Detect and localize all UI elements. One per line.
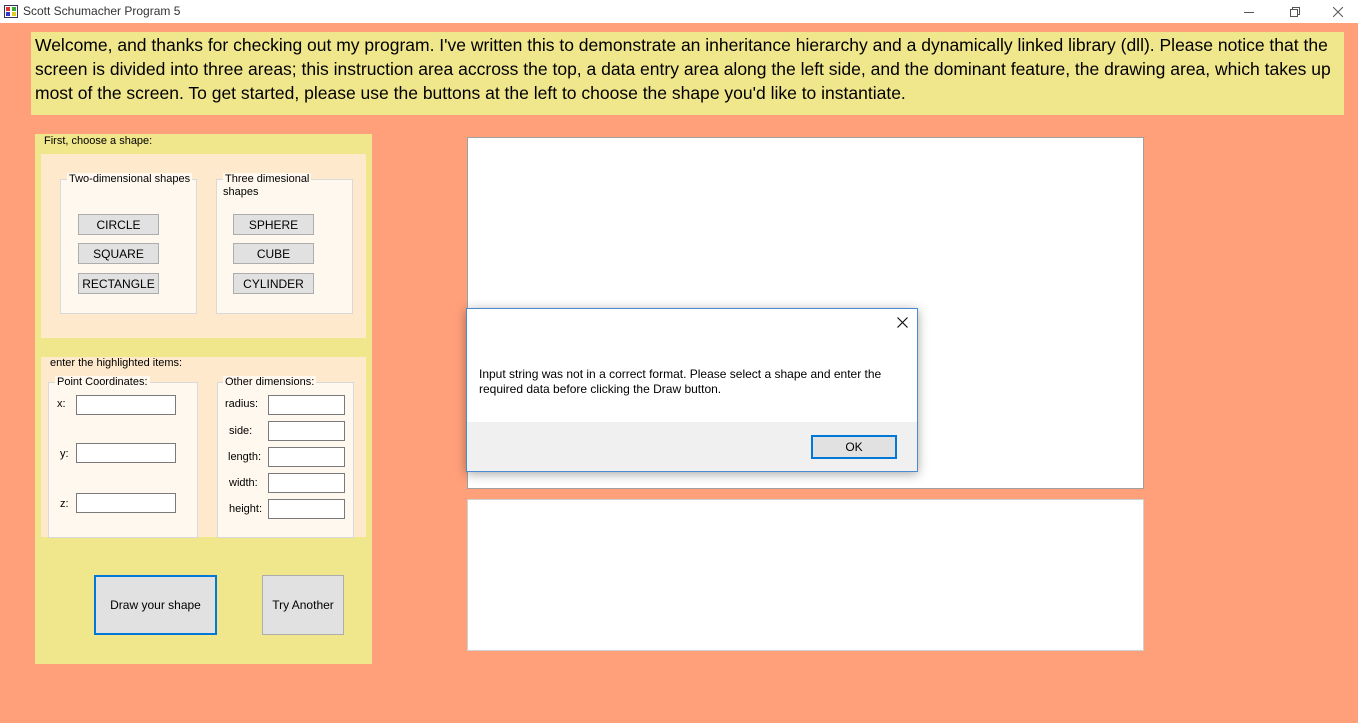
side-field[interactable] — [268, 421, 345, 441]
shape-heading: First, choose a shape: — [44, 135, 153, 147]
close-icon — [1333, 6, 1343, 17]
radius-label: radius: — [225, 398, 259, 410]
cylinder-button[interactable]: CYLINDER — [233, 273, 314, 294]
app-icon — [4, 5, 18, 18]
draw-shape-button[interactable]: Draw your shape — [94, 575, 217, 635]
circle-button[interactable]: CIRCLE — [78, 214, 159, 235]
z-field[interactable] — [76, 493, 176, 513]
x-label: x: — [57, 398, 66, 410]
z-label: z: — [60, 498, 69, 510]
output-area — [467, 499, 1144, 651]
window-title: Scott Schumacher Program 5 — [23, 4, 181, 18]
side-label: side: — [229, 425, 253, 437]
three-d-label-line2: shapes — [223, 186, 259, 198]
minimize-button[interactable] — [1226, 0, 1272, 23]
restore-button[interactable] — [1272, 0, 1318, 23]
height-field[interactable] — [268, 499, 345, 519]
ok-button[interactable]: OK — [811, 435, 897, 459]
length-field[interactable] — [268, 447, 345, 467]
restore-icon — [1290, 6, 1300, 17]
dialog-footer: OK — [467, 422, 917, 471]
title-bar: Scott Schumacher Program 5 — [0, 0, 1358, 23]
x-field[interactable] — [76, 395, 176, 415]
try-another-button[interactable]: Try Another — [262, 575, 344, 635]
entry-heading: enter the highlighted items: — [48, 357, 185, 370]
other-label: Other dimensions: — [223, 376, 317, 389]
dialog-message: Input string was not in a correct format… — [479, 367, 899, 397]
instructions-text: Welcome, and thanks for checking out my … — [31, 32, 1344, 115]
close-icon — [896, 317, 908, 331]
height-label: height: — [229, 503, 263, 515]
dialog-message-line1: Input string was not in a correct format… — [479, 367, 882, 381]
dialog-close-button[interactable] — [887, 309, 917, 339]
two-d-label: Two-dimensional shapes — [67, 173, 193, 186]
width-label: width: — [229, 477, 258, 489]
length-label: length: — [228, 451, 262, 463]
radius-field[interactable] — [268, 395, 345, 415]
cube-button[interactable]: CUBE — [233, 243, 314, 264]
rectangle-button[interactable]: RECTANGLE — [78, 273, 159, 294]
square-button[interactable]: SQUARE — [78, 243, 159, 264]
point-label: Point Coordinates: — [55, 376, 150, 389]
minimize-icon — [1244, 7, 1254, 17]
y-field[interactable] — [76, 443, 176, 463]
three-d-label: Three dimesional shapes — [223, 173, 312, 199]
three-d-label-line1: Three dimesional — [225, 173, 310, 185]
close-button[interactable] — [1318, 0, 1358, 23]
sphere-button[interactable]: SPHERE — [233, 214, 314, 235]
dialog-message-line2: required data before clicking the Draw b… — [479, 382, 722, 396]
error-dialog: Input string was not in a correct format… — [466, 308, 918, 472]
width-field[interactable] — [268, 473, 345, 493]
y-label: y: — [60, 448, 69, 460]
